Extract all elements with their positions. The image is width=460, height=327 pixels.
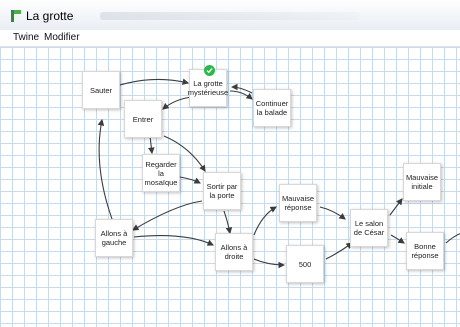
- passage-sauter-label: Sauter: [89, 85, 113, 95]
- passage-continuer-label: Continuer la balade: [255, 99, 289, 117]
- passage-allons-droite-label: Allons à droite: [220, 243, 248, 261]
- passage-regarder-la-mosaique[interactable]: Regarder la mosaïque: [142, 154, 180, 192]
- titlebar-blur: [100, 12, 360, 20]
- passage-entrer-label: Entrer: [132, 114, 154, 124]
- window-title: La grotte: [26, 9, 74, 23]
- passage-la-grotte-mysterieuse[interactable]: La grotte mystérieuse: [187, 65, 229, 107]
- start-passage-check-icon: [204, 65, 215, 76]
- link-grotte-continuer: [229, 90, 253, 100]
- link-mauvaise-salon: [319, 206, 346, 220]
- link-entrer-regarder: [148, 135, 155, 155]
- passage-allons-gauche-label: Allons à gauche: [100, 229, 128, 247]
- passage-mauvaise-initiale[interactable]: Mauvaise initiale: [403, 163, 441, 201]
- link-allons-gauche-allons-droite: [133, 235, 214, 246]
- passage-sortir-label: Sortir par la porte: [206, 182, 238, 200]
- link-grotte-entrer: [162, 96, 193, 110]
- link-allons-droite-500: [253, 258, 286, 269]
- passage-grotte-label: La grotte mystérieuse: [187, 79, 229, 97]
- passage-entrer[interactable]: Entrer: [124, 100, 162, 138]
- link-sauter-grotte: [119, 78, 190, 86]
- passage-sauter[interactable]: Sauter: [82, 71, 120, 109]
- menu-modifier[interactable]: Modifier: [44, 32, 80, 43]
- link-salon-mauvaise-initiale: [389, 198, 403, 216]
- link-continuer-grotte: [230, 83, 253, 94]
- passage-500[interactable]: 500: [286, 245, 324, 283]
- link-sortir-allons-droite: [223, 210, 233, 235]
- link-sortir-allons-gauche: [132, 200, 203, 231]
- passage-allons-a-gauche[interactable]: Allons à gauche: [95, 219, 133, 257]
- link-allons-droite-mauvaise: [253, 206, 277, 236]
- passage-500-label: 500: [298, 259, 312, 269]
- twine-app-icon: [11, 10, 21, 22]
- passage-salon-label: Le salon de César: [353, 219, 385, 237]
- link-allons-gauche-sauter: [97, 118, 113, 220]
- link-regarder-sortir: [179, 176, 201, 184]
- passage-continuer-la-balade[interactable]: Continuer la balade: [253, 89, 291, 127]
- passage-mauvaise-initiale-label: Mauvaise initiale: [405, 173, 439, 191]
- menu-twine[interactable]: Twine: [13, 32, 39, 43]
- menu-bar: Twine Modifier: [0, 30, 460, 47]
- passage-bonne-reponse[interactable]: Bonne réponse: [406, 232, 444, 270]
- link-bonne-offscreen: [445, 233, 460, 244]
- link-500-salon: [325, 242, 353, 260]
- story-map-canvas[interactable]: Sauter La grotte mystérieuse Continuer l…: [0, 47, 460, 327]
- passage-regarder-label: Regarder la mosaïque: [144, 159, 178, 187]
- passage-mauvaise-reponse-label: Mauvaise réponse: [281, 194, 315, 212]
- passage-allons-a-droite[interactable]: Allons à droite: [215, 233, 253, 271]
- passage-le-salon-de-cesar[interactable]: Le salon de César: [350, 209, 388, 247]
- link-salon-bonne: [390, 234, 405, 244]
- passage-mauvaise-reponse[interactable]: Mauvaise réponse: [279, 184, 317, 222]
- window-titlebar: La grotte: [0, 0, 460, 31]
- passage-bonne-label: Bonne réponse: [411, 242, 439, 260]
- passage-sortir-par-la-porte[interactable]: Sortir par la porte: [203, 172, 241, 210]
